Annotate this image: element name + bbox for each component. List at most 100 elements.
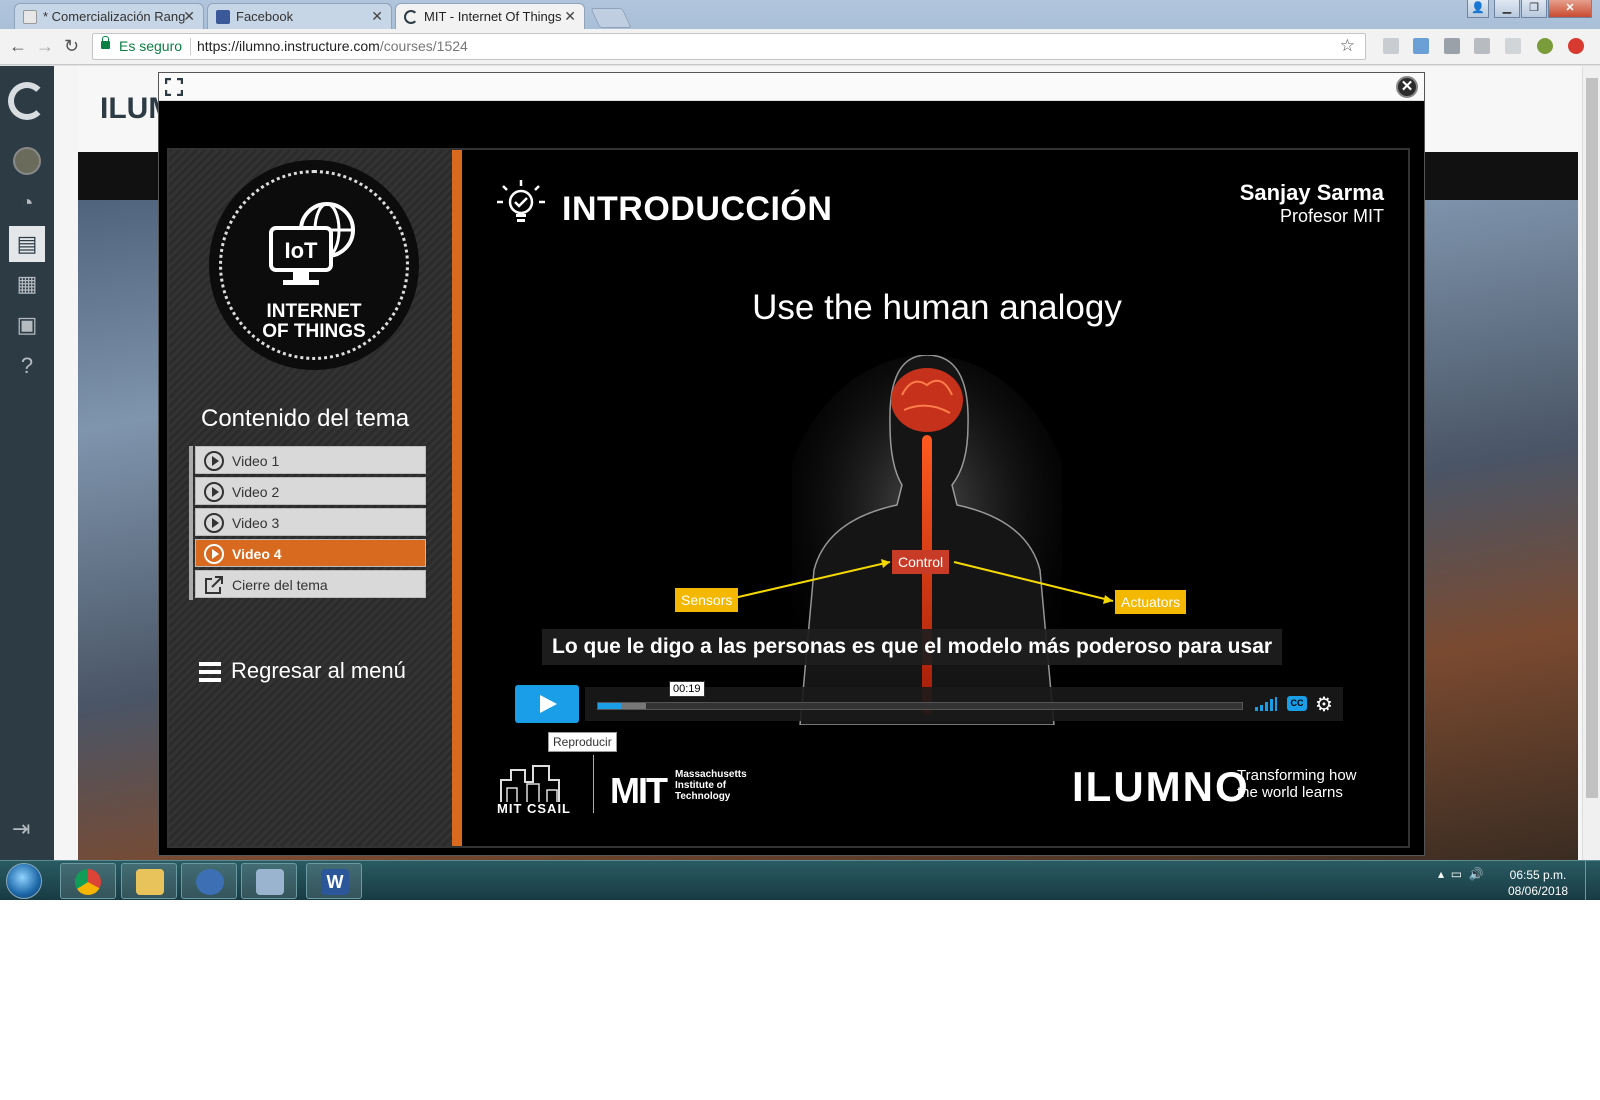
close-modal-button[interactable]: ✕ xyxy=(1396,76,1418,98)
web-page: ◔ ▤ ▦ ▣ ? ⇥ ILUM ✕ IoT INTERNET OF THING… xyxy=(0,66,1600,860)
reload-icon[interactable]: ↻ xyxy=(64,36,79,57)
windows-taskbar: W ▴ ▭ 🔊 06:55 p.m. 08/06/2018 xyxy=(0,860,1600,900)
address-bar[interactable]: Es seguro https://ilumno.instructure.com… xyxy=(92,33,1366,60)
sensors-label: Sensors xyxy=(675,588,739,612)
extension-icon[interactable] xyxy=(1505,38,1521,54)
close-tab-icon[interactable]: ✕ xyxy=(371,8,383,25)
speaker-icon[interactable]: 🔊 xyxy=(1469,867,1484,881)
calendar-icon[interactable]: ▦ xyxy=(9,266,45,302)
mit-name-line3: Technology xyxy=(675,791,731,802)
new-tab-button[interactable] xyxy=(590,8,632,28)
badge-iot-text: IoT xyxy=(285,238,319,263)
taskbar-explorer[interactable] xyxy=(121,863,177,899)
mit-name-line2: Institute of xyxy=(675,780,727,791)
play-circle-icon xyxy=(204,544,224,564)
video-item-1[interactable]: Video 1 xyxy=(195,446,426,474)
menu-icon xyxy=(199,662,221,682)
extension-icon[interactable] xyxy=(1568,38,1584,54)
tray-arrow-icon[interactable]: ▴ xyxy=(1438,867,1444,881)
mit-logo: MIT xyxy=(610,770,668,811)
maximize-button[interactable]: ❐ xyxy=(1521,0,1547,18)
system-clock[interactable]: 06:55 p.m. 08/06/2018 xyxy=(1508,867,1568,899)
taskbar-virtualbox[interactable] xyxy=(241,863,297,899)
courses-icon[interactable]: ▤ xyxy=(9,226,45,262)
play-tooltip: Reproducir xyxy=(548,732,617,752)
url-path: /courses/1524 xyxy=(379,38,468,54)
lms-logo-icon[interactable] xyxy=(8,82,46,120)
forward-arrow-icon[interactable]: → xyxy=(36,36,54,57)
scrollbar-thumb[interactable] xyxy=(1586,78,1598,798)
video-item-2[interactable]: Video 2 xyxy=(195,477,426,505)
play-circle-icon xyxy=(204,451,224,471)
tab-facebook[interactable]: Facebook ✕ xyxy=(207,3,392,29)
help-icon[interactable]: ? xyxy=(9,348,45,384)
settings-gear-icon[interactable]: ⚙ xyxy=(1315,692,1333,717)
video-item-label: Cierre del tema xyxy=(232,577,328,593)
extension-icon[interactable] xyxy=(1383,38,1399,54)
show-desktop-button[interactable] xyxy=(1585,861,1600,900)
video-item-4[interactable]: Video 4 xyxy=(195,539,426,567)
csail-text: MIT CSAIL xyxy=(497,801,571,816)
close-tab-icon[interactable]: ✕ xyxy=(564,8,576,25)
word-icon: W xyxy=(321,869,349,895)
close-tab-icon[interactable]: ✕ xyxy=(183,8,195,25)
bookmark-star-icon[interactable]: ☆ xyxy=(1340,36,1355,56)
play-button[interactable] xyxy=(515,685,579,723)
badge-title-line1: INTERNET xyxy=(266,301,362,322)
facebook-icon xyxy=(216,10,230,24)
fullscreen-icon[interactable] xyxy=(165,78,183,96)
user-profile-icon[interactable]: 👤 xyxy=(1467,0,1489,18)
video-item-label: Video 3 xyxy=(232,515,280,531)
inbox-icon[interactable]: ▣ xyxy=(9,307,45,343)
system-tray[interactable]: ▴ ▭ 🔊 xyxy=(1438,867,1484,881)
globe-monitor-icon: IoT xyxy=(269,202,355,285)
back-to-menu-link[interactable]: Regresar al menú xyxy=(231,658,406,684)
browser-toolbar: ← → ↻ Es seguro https://ilumno.instructu… xyxy=(0,29,1600,65)
divider xyxy=(190,38,191,55)
minimize-button[interactable]: ▁ xyxy=(1494,0,1520,18)
logo-divider xyxy=(593,755,594,813)
tab-comercializacion[interactable]: * Comercialización Rang ✕ xyxy=(14,3,204,29)
subtitle-caption: Lo que le digo a las personas es que el … xyxy=(542,629,1283,665)
topic-closing-item[interactable]: Cierre del tema xyxy=(195,570,426,598)
desktop-screen: * Comercialización Rang ✕ Facebook ✕ MIT… xyxy=(0,0,1600,900)
video-item-3[interactable]: Video 3 xyxy=(195,508,426,536)
network-icon[interactable]: ▭ xyxy=(1451,867,1462,881)
start-button[interactable] xyxy=(6,863,42,899)
extension-icon[interactable] xyxy=(1444,38,1460,54)
back-arrow-icon[interactable]: ← xyxy=(9,36,27,57)
chrome-icon xyxy=(75,869,101,895)
actuators-label: Actuators xyxy=(1115,590,1187,614)
tab-title: MIT - Internet Of Things xyxy=(424,9,562,24)
account-avatar-icon[interactable] xyxy=(9,142,45,178)
video-frame[interactable]: INTRODUCCIÓN Sanjay Sarma Profesor MIT U… xyxy=(462,150,1408,846)
video-item-label: Video 4 xyxy=(232,546,282,562)
video-controls: 00:19 CC ⚙ xyxy=(515,681,1345,725)
page-scrollbar[interactable] xyxy=(1582,66,1600,860)
iot-badge: IoT INTERNET OF THINGS xyxy=(209,160,419,370)
progress-track[interactable] xyxy=(597,702,1243,710)
video-modal: ✕ IoT INTERNET OF THINGS Contenido del t… xyxy=(158,72,1425,856)
url-text[interactable]: https://ilumno.instructure.com/courses/1… xyxy=(197,38,468,54)
url-host: https://ilumno.instructure.com xyxy=(197,38,380,54)
browser-tab-strip: * Comercialización Rang ✕ Facebook ✕ MIT… xyxy=(0,0,1600,29)
dashboard-icon[interactable]: ◔ xyxy=(9,185,45,221)
mit-name: Massachusetts Institute of Technology xyxy=(675,769,747,802)
tab-mit-iot[interactable]: MIT - Internet Of Things ✕ xyxy=(395,3,585,29)
collapse-nav-icon[interactable]: ⇥ xyxy=(12,816,30,842)
extension-icon[interactable] xyxy=(1537,38,1553,54)
volume-icon[interactable] xyxy=(1255,697,1277,711)
list-accent-bar xyxy=(189,446,193,600)
window-close-button[interactable]: ✕ xyxy=(1548,0,1592,18)
topic-content-title: Contenido del tema xyxy=(201,405,410,432)
extension-icon[interactable] xyxy=(1474,38,1490,54)
taskbar-thunderbird[interactable] xyxy=(181,863,237,899)
closed-captions-button[interactable]: CC xyxy=(1287,696,1307,711)
accent-divider xyxy=(452,150,462,846)
course-player: IoT INTERNET OF THINGS Contenido del tem… xyxy=(167,148,1410,848)
taskbar-word[interactable]: W xyxy=(306,863,362,899)
video-list: Video 1 Video 2 Video 3 Video 4 Cierre d… xyxy=(189,446,426,601)
extension-icon[interactable] xyxy=(1413,38,1429,54)
taskbar-chrome[interactable] xyxy=(60,863,116,899)
mit-name-line1: Massachusetts xyxy=(675,769,747,780)
